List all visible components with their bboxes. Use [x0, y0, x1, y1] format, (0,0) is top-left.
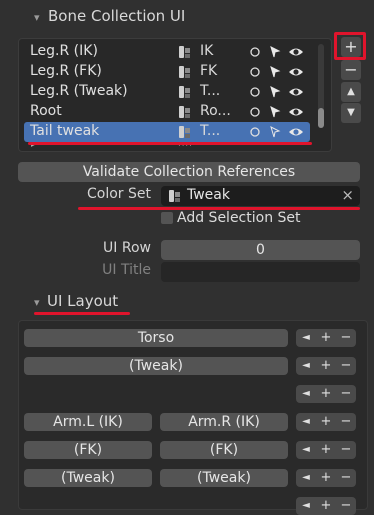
bone-color-icon: [179, 66, 190, 78]
row-add-button[interactable]: +: [316, 329, 336, 347]
add-selection-set-checkbox[interactable]: [161, 212, 173, 224]
visibility-eye-icon[interactable]: [288, 124, 304, 140]
selectable-arrow-icon[interactable]: [268, 64, 282, 80]
row-add-button[interactable]: +: [316, 497, 336, 515]
collection-group: T...: [200, 123, 221, 139]
selected-item-underline: [28, 142, 312, 145]
collection-list-item[interactable]: Tail tweak T...: [24, 122, 310, 142]
color-set-field[interactable]: Tweak ×: [161, 186, 360, 206]
row-add-button[interactable]: +: [316, 413, 336, 431]
ui-title-label: UI Title: [102, 262, 151, 278]
row-add-button[interactable]: +: [316, 441, 336, 459]
collection-list-item[interactable]: Leg.R (IK) IK: [24, 42, 310, 62]
add-button-highlight: [334, 32, 366, 60]
collection-list-item[interactable]: Leg.R (Tweak) T...: [24, 82, 310, 102]
row-remove-button[interactable]: −: [336, 413, 356, 431]
validate-collection-references-button[interactable]: Validate Collection References: [18, 162, 360, 182]
color-set-value: Tweak: [187, 187, 230, 203]
panel-title: Bone Collection UI: [48, 7, 186, 25]
layout-collection-button[interactable]: Torso: [24, 329, 288, 347]
bone-color-icon: [179, 86, 190, 98]
bone-color-icon: [179, 106, 190, 118]
row-left-arrow-button[interactable]: ◄: [296, 441, 316, 459]
layout-collection-button[interactable]: (Tweak): [24, 357, 288, 375]
panel-collapse-chevron-icon[interactable]: ▾: [34, 11, 40, 24]
layout-collection-button[interactable]: (FK): [24, 441, 152, 459]
list-scrollbar-thumb[interactable]: [318, 108, 324, 128]
row-remove-button[interactable]: −: [336, 385, 356, 403]
bone-color-icon: [179, 126, 190, 138]
row-left-arrow-button[interactable]: ◄: [296, 497, 316, 515]
layout-collapse-chevron-icon[interactable]: ▾: [34, 296, 40, 309]
clear-color-set-icon[interactable]: ×: [341, 186, 354, 204]
ui-layout-title: UI Layout: [47, 292, 119, 310]
row-left-arrow-button[interactable]: ◄: [296, 329, 316, 347]
collection-name: Root: [30, 103, 62, 119]
collection-group: T...: [200, 83, 221, 99]
visibility-eye-icon[interactable]: [288, 104, 304, 120]
row-add-button[interactable]: +: [316, 385, 336, 403]
selectable-arrow-icon[interactable]: [268, 44, 282, 60]
layout-collection-button[interactable]: Arm.R (IK): [160, 413, 288, 431]
solo-circle-icon[interactable]: [248, 84, 262, 100]
layout-collection-button[interactable]: (Tweak): [24, 469, 152, 487]
visibility-eye-icon[interactable]: [288, 84, 304, 100]
ui-row-label: UI Row: [103, 240, 151, 256]
color-set-label: Color Set: [87, 186, 151, 202]
collection-name: Tail tweak: [30, 123, 100, 139]
collection-group: Ro...: [200, 103, 231, 119]
add-selection-set-label: Add Selection Set: [177, 210, 301, 226]
collection-name: Leg.R (FK): [30, 63, 102, 79]
solo-circle-icon[interactable]: [248, 44, 262, 60]
row-add-button[interactable]: +: [316, 357, 336, 375]
selectable-arrow-icon[interactable]: [268, 104, 282, 120]
row-left-arrow-button[interactable]: ◄: [296, 413, 316, 431]
selectable-arrow-icon[interactable]: [268, 84, 282, 100]
row-remove-button[interactable]: −: [336, 357, 356, 375]
move-down-button[interactable]: ▼: [341, 103, 361, 123]
ui-title-field[interactable]: [161, 262, 360, 282]
collection-name: Leg.R (Tweak): [30, 83, 128, 99]
row-left-arrow-button[interactable]: ◄: [296, 357, 316, 375]
solo-circle-icon[interactable]: [248, 104, 262, 120]
layout-collection-button[interactable]: (FK): [160, 441, 288, 459]
move-up-button[interactable]: ▲: [341, 82, 361, 102]
color-set-palette-icon: [169, 190, 180, 202]
row-left-arrow-button[interactable]: ◄: [296, 385, 316, 403]
row-left-arrow-button[interactable]: ◄: [296, 469, 316, 487]
bone-color-icon: [179, 46, 190, 58]
ui-row-field[interactable]: 0: [161, 240, 360, 260]
remove-collection-button[interactable]: −: [341, 60, 361, 80]
row-remove-button[interactable]: −: [336, 469, 356, 487]
collection-group: IK: [200, 43, 214, 59]
row-remove-button[interactable]: −: [336, 497, 356, 515]
selectable-arrow-icon[interactable]: [268, 124, 282, 140]
visibility-eye-icon[interactable]: [288, 44, 304, 60]
collection-list-item[interactable]: Leg.R (FK) FK: [24, 62, 310, 82]
layout-collection-button[interactable]: (Tweak): [160, 469, 288, 487]
row-remove-button[interactable]: −: [336, 329, 356, 347]
visibility-eye-icon[interactable]: [288, 64, 304, 80]
row-add-button[interactable]: +: [316, 469, 336, 487]
solo-circle-icon[interactable]: [248, 64, 262, 80]
collection-group: FK: [200, 63, 218, 79]
solo-circle-icon[interactable]: [248, 124, 262, 140]
row-remove-button[interactable]: −: [336, 441, 356, 459]
layout-collection-button[interactable]: Arm.L (IK): [24, 413, 152, 431]
collection-name: Leg.R (IK): [30, 43, 98, 59]
ui-layout-underline: [34, 312, 130, 315]
collection-list-item[interactable]: Root Ro...: [24, 102, 310, 122]
